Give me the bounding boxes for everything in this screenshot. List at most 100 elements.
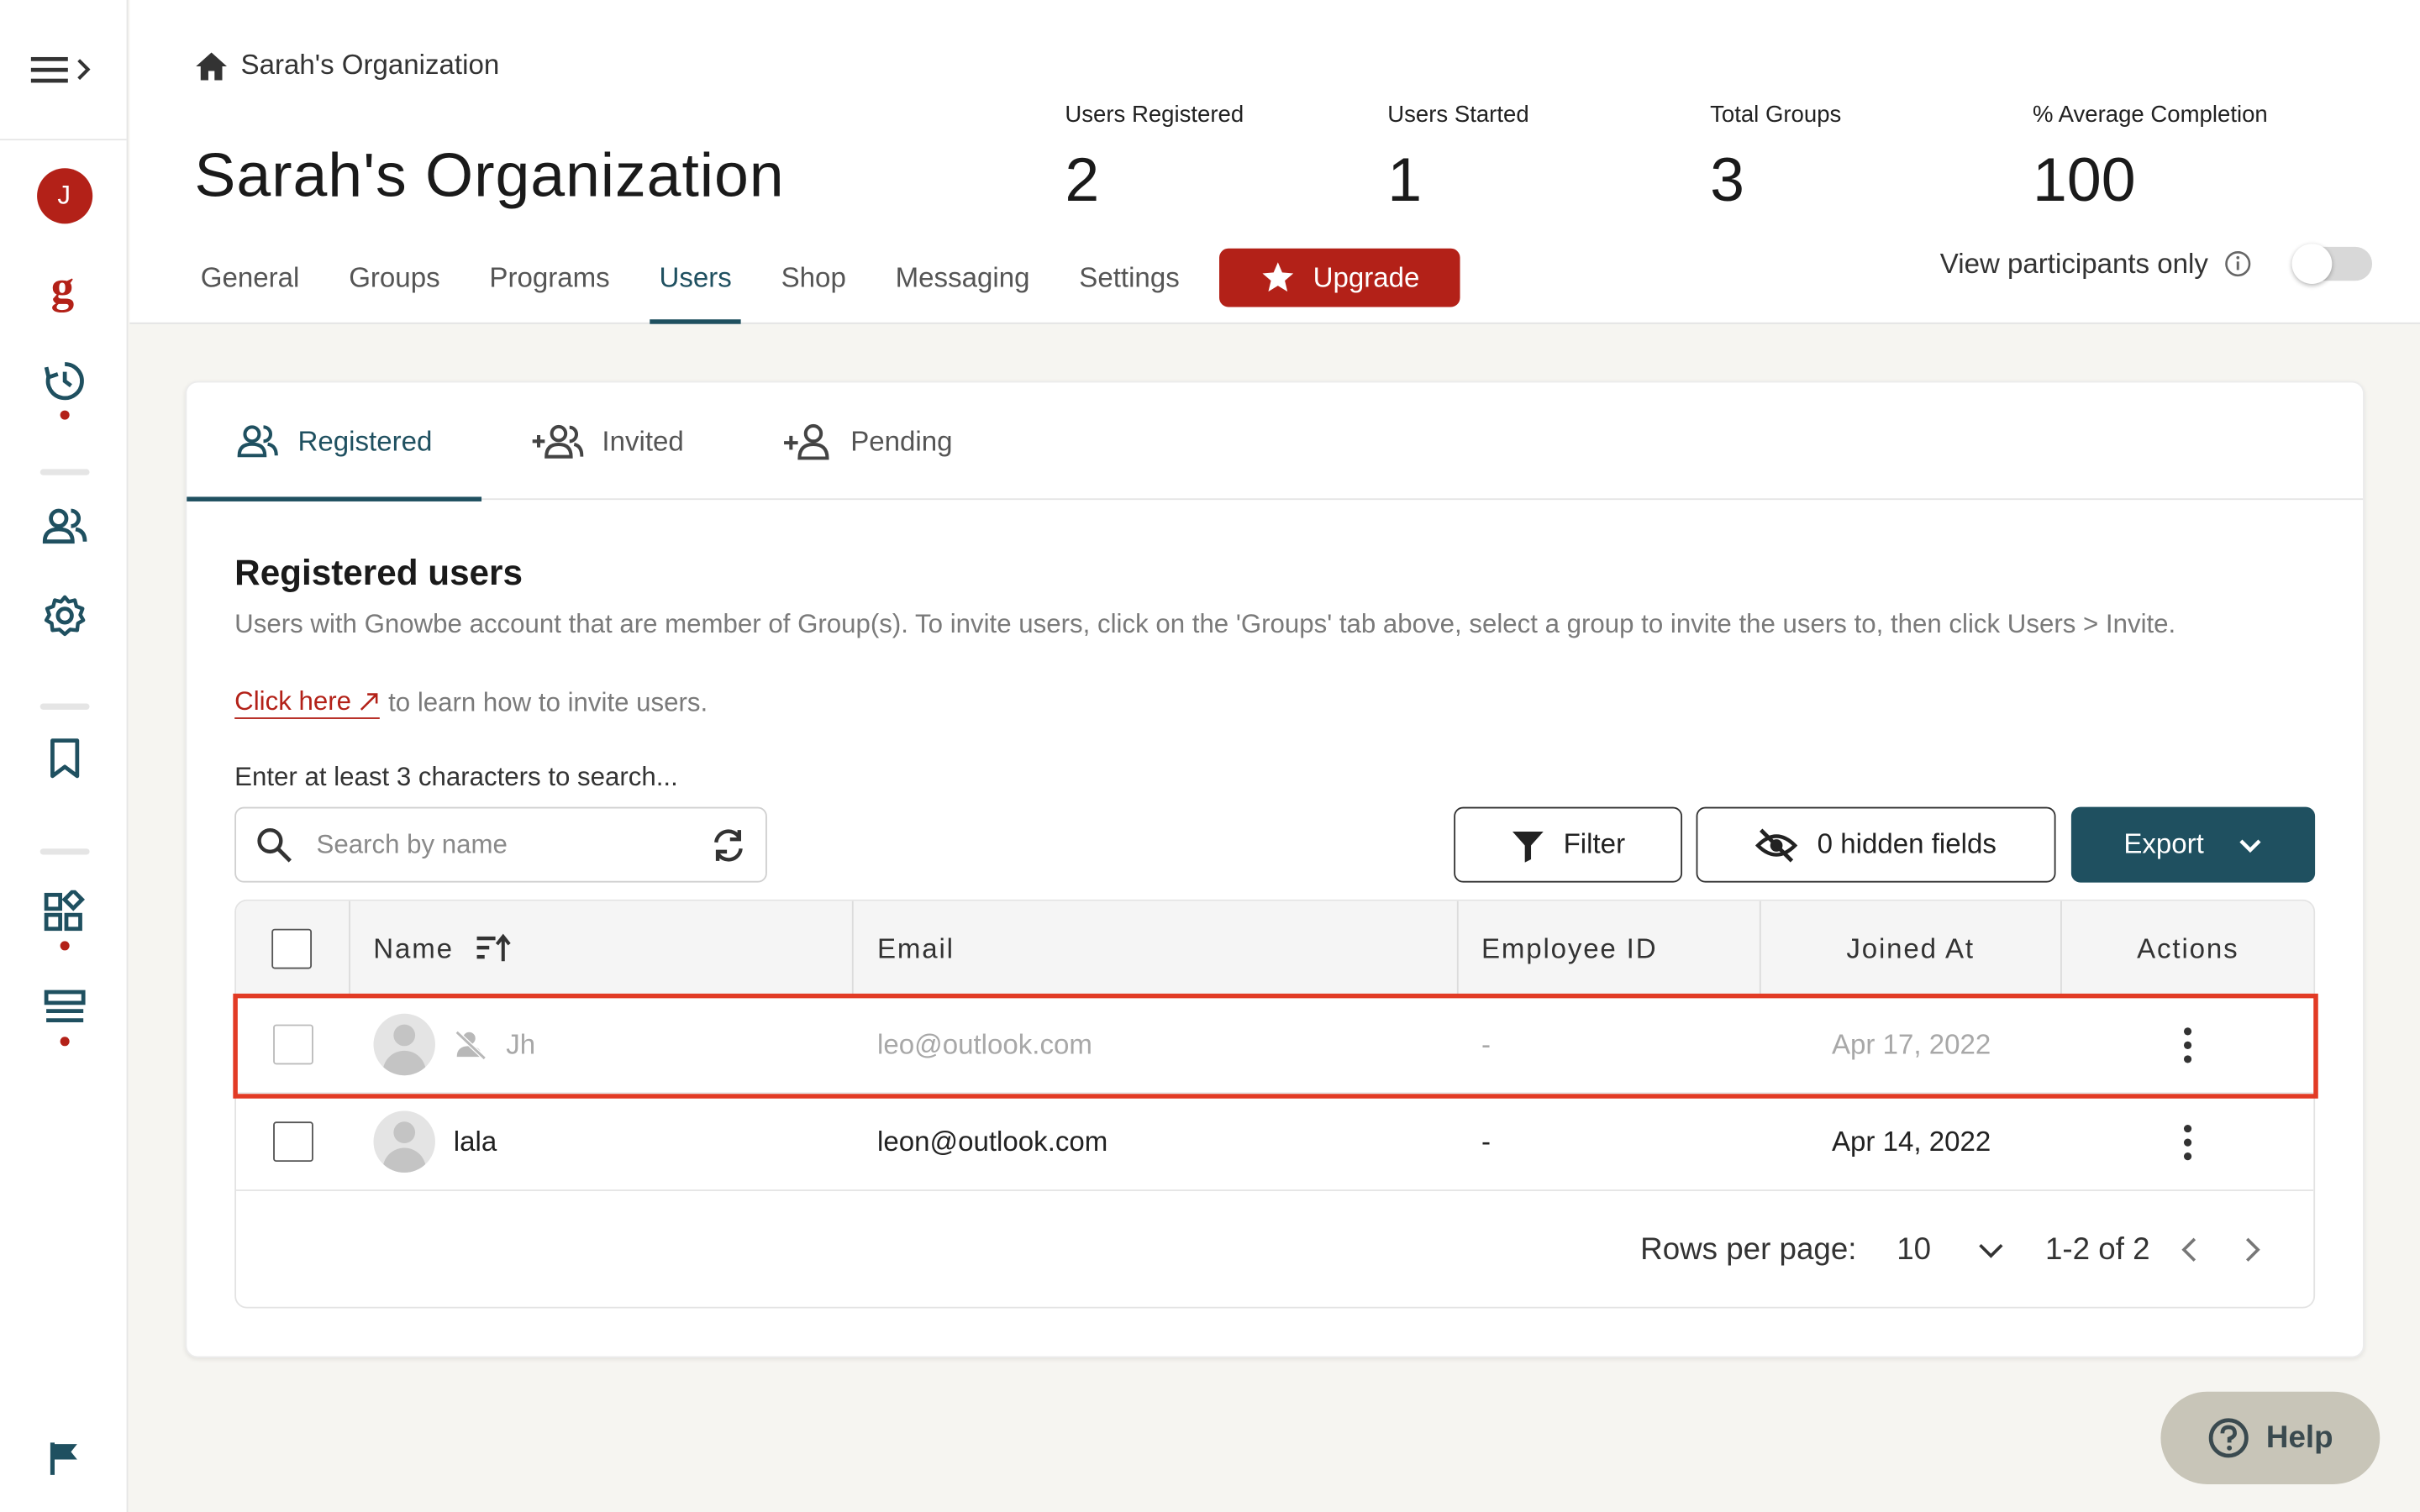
list-icon bbox=[43, 990, 85, 1023]
table-header: Name Email Employee ID Joined At Actions bbox=[236, 900, 2314, 997]
users-icon bbox=[237, 425, 278, 458]
page-range: 1-2 of 2 bbox=[2044, 1231, 2150, 1267]
column-label: Email bbox=[877, 932, 955, 964]
breadcrumb[interactable]: Sarah's Organization bbox=[194, 50, 499, 82]
user-disabled-icon bbox=[455, 1030, 487, 1060]
stat-label: Users Started bbox=[1387, 102, 1529, 129]
filter-icon bbox=[1512, 831, 1544, 862]
divider bbox=[39, 469, 90, 475]
notification-dot bbox=[60, 410, 70, 420]
help-label: Help bbox=[2265, 1420, 2333, 1455]
search-input[interactable] bbox=[316, 829, 671, 860]
tab-settings[interactable]: Settings bbox=[1055, 232, 1204, 324]
hidden-fields-label: 0 hidden fields bbox=[1817, 828, 1996, 860]
bookmark-icon bbox=[50, 738, 79, 779]
joined-at-cell: Apr 17, 2022 bbox=[1831, 1028, 1991, 1059]
column-actions: Actions bbox=[2062, 901, 2313, 997]
subtab-invited[interactable]: Invited bbox=[481, 383, 733, 501]
breadcrumb-label: Sarah's Organization bbox=[240, 49, 500, 81]
filter-button[interactable]: Filter bbox=[1454, 806, 1683, 883]
org-header: Sarah's Organization Sarah's Organizatio… bbox=[129, 0, 2420, 324]
chevron-down-icon bbox=[1979, 1243, 2003, 1258]
more-vertical-icon[interactable] bbox=[2184, 1124, 2192, 1160]
avatar: J bbox=[36, 168, 92, 224]
search-field bbox=[234, 806, 767, 883]
row-checkbox[interactable] bbox=[272, 1024, 313, 1065]
export-button[interactable]: Export bbox=[2070, 806, 2316, 883]
employee-id-cell: - bbox=[1481, 1125, 1491, 1157]
subtab-label: Registered bbox=[297, 425, 433, 456]
add-group-icon bbox=[532, 424, 584, 459]
joined-at-cell: Apr 14, 2022 bbox=[1831, 1125, 1991, 1157]
notification-dot bbox=[60, 1037, 70, 1047]
dashboard-nav-button[interactable] bbox=[0, 890, 128, 933]
stat-value: 100 bbox=[2032, 146, 2136, 215]
chevron-right-icon[interactable] bbox=[2236, 1234, 2267, 1265]
user-name: lala bbox=[453, 1125, 497, 1157]
tab-programs[interactable]: Programs bbox=[465, 232, 634, 324]
rows-per-page-select[interactable]: 10 bbox=[1897, 1232, 2005, 1268]
users-nav-button[interactable] bbox=[0, 506, 128, 546]
page-title: Sarah's Organization bbox=[194, 141, 785, 210]
stat-average-completion: % Average Completion 100 bbox=[2033, 102, 2268, 216]
svg-text:g: g bbox=[50, 265, 74, 312]
bookmarks-nav-button[interactable] bbox=[0, 738, 128, 780]
gnowbe-g-icon: g bbox=[50, 265, 74, 312]
flag-icon bbox=[49, 1442, 76, 1475]
help-link-line: Click here to learn how to invite users. bbox=[234, 686, 708, 719]
subtab-label: Pending bbox=[850, 425, 953, 456]
list-nav-button[interactable] bbox=[0, 989, 128, 1026]
name-cell: Jh bbox=[350, 1013, 855, 1076]
subtab-registered[interactable]: Registered bbox=[187, 383, 482, 501]
column-joined-at: Joined At bbox=[1760, 900, 2063, 997]
history-button[interactable] bbox=[0, 358, 128, 404]
table-row[interactable]: lala leon@outlook.com - Apr 14, 2022 bbox=[236, 1094, 2314, 1191]
export-label: Export bbox=[2123, 828, 2204, 860]
home-icon bbox=[196, 51, 228, 80]
report-button[interactable] bbox=[0, 1440, 128, 1477]
tab-messaging[interactable]: Messaging bbox=[871, 232, 1055, 324]
star-icon bbox=[1261, 262, 1293, 292]
upgrade-button[interactable]: Upgrade bbox=[1219, 248, 1461, 307]
users-table: Name Email Employee ID Joined At Actions… bbox=[234, 899, 2316, 1309]
info-icon[interactable] bbox=[2223, 250, 2251, 278]
tab-shop[interactable]: Shop bbox=[756, 232, 871, 324]
user-avatar-button[interactable]: J bbox=[0, 168, 128, 224]
table-row[interactable]: Jh leo@outlook.com - Apr 17, 2022 bbox=[236, 996, 2314, 1095]
column-name[interactable]: Name bbox=[350, 900, 855, 997]
help-button[interactable]: Help bbox=[2160, 1391, 2381, 1484]
sidebar-toggle[interactable] bbox=[0, 0, 127, 141]
email-cell: leo@outlook.com bbox=[877, 1028, 1092, 1059]
stat-users-registered: Users Registered 2 bbox=[1065, 102, 1244, 216]
tab-groups[interactable]: Groups bbox=[324, 232, 465, 324]
menu-expand-icon bbox=[30, 56, 91, 83]
external-link-icon bbox=[360, 693, 377, 711]
chevron-left-icon[interactable] bbox=[2175, 1234, 2206, 1265]
toggle-knob bbox=[2291, 244, 2332, 284]
section-title: Registered users bbox=[234, 552, 523, 593]
stat-total-groups: Total Groups 3 bbox=[1710, 102, 1841, 216]
subtab-pending[interactable]: Pending bbox=[734, 383, 1002, 501]
row-select-cell bbox=[236, 1024, 350, 1065]
stat-label: Users Registered bbox=[1065, 102, 1244, 129]
sidebar: J g bbox=[0, 0, 129, 1512]
view-participants-toggle[interactable] bbox=[2291, 244, 2372, 284]
gear-icon bbox=[43, 595, 85, 637]
more-vertical-icon[interactable] bbox=[2184, 1026, 2192, 1063]
tab-users[interactable]: Users bbox=[634, 232, 756, 324]
sort-ascending-icon[interactable] bbox=[476, 933, 513, 964]
row-checkbox[interactable] bbox=[272, 1121, 313, 1163]
tab-general[interactable]: General bbox=[176, 232, 324, 324]
column-employee-id: Employee ID bbox=[1458, 900, 1760, 997]
settings-nav-button[interactable] bbox=[0, 592, 128, 638]
users-icon bbox=[41, 508, 87, 544]
hidden-fields-button[interactable]: 0 hidden fields bbox=[1696, 806, 2056, 883]
gnowbe-logo-icon[interactable]: g bbox=[0, 265, 128, 321]
click-here-link[interactable]: Click here bbox=[234, 686, 380, 719]
link-suffix: to learn how to invite users. bbox=[388, 687, 708, 717]
refresh-icon[interactable] bbox=[710, 827, 747, 864]
users-card: Registered Invited Pending Registered us… bbox=[185, 381, 2365, 1358]
select-all-checkbox[interactable] bbox=[272, 928, 313, 969]
search-icon bbox=[257, 827, 292, 862]
stat-value: 3 bbox=[1710, 146, 1744, 215]
